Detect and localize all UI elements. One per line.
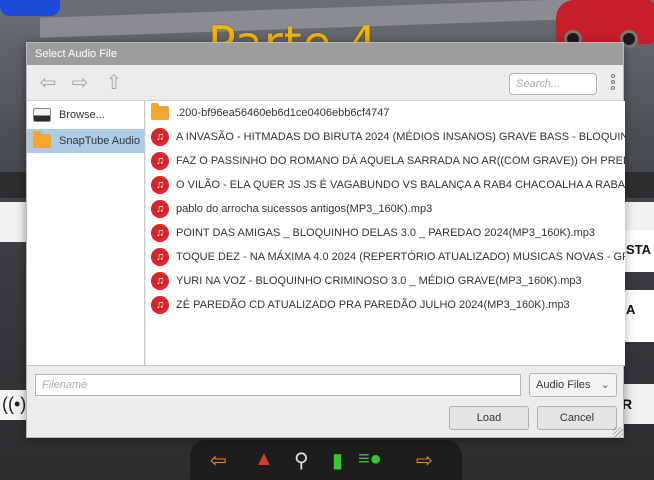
list-item[interactable]: ♫ pablo do arrocha sucessos antigos(MP3_… [146,197,625,221]
game-control-bar: ⇦ ▲ ⚲ ▮ ≡● ⇨ [190,440,462,480]
arrow-left-icon[interactable]: ⇦ [210,448,227,473]
sidebar-item-label: Browse... [59,109,105,121]
folder-icon [33,131,51,148]
file-name: O VILÃO - ELA QUER JS JS É VAGABUNDO VS … [176,179,625,191]
select-audio-dialog: Select Audio File ⇦ ⇨ ⇧ Search... Browse… [26,42,625,439]
more-options-icon[interactable] [609,73,617,95]
side-label: STA [626,242,652,257]
trailer-icon[interactable]: ⚲ [294,448,309,473]
filename-field[interactable]: Filename [35,374,521,396]
file-type-select[interactable]: Audio Files ⌄ [529,373,617,397]
blue-car [0,0,60,16]
red-car [556,0,654,48]
music-note-icon: ♫ [151,176,169,194]
drive-icon [33,108,51,122]
sidebar-item-snaptube-audio[interactable]: SnapTube Audio [27,129,144,153]
sidebar-item-browse[interactable]: Browse... [27,103,144,127]
file-name: ZÉ PAREDÃO CD ATUALIZADO PRA PAREDÃO JUL… [176,299,570,311]
music-note-icon: ♫ [151,296,169,314]
list-item[interactable]: .200-bf96ea56460eb6d1ce0406ebb6cf4747 [146,101,625,125]
music-note-icon: ♫ [151,224,169,242]
arrow-right-icon[interactable]: ⇨ [416,448,433,473]
file-name: A INVASÃO - HITMADAS DO BIRUTA 2024 (MÉD… [176,131,625,143]
list-item[interactable]: ♫ O VILÃO - ELA QUER JS JS É VAGABUNDO V… [146,173,625,197]
list-item[interactable]: ♫ POINT DAS AMIGAS _ BLOQUINHO DELAS 3.0… [146,221,625,245]
folder-icon [151,103,169,120]
music-note-icon: ♫ [151,272,169,290]
dialog-footer: Filename Audio Files ⌄ Load Cancel [27,365,625,439]
music-note-icon: ♫ [151,200,169,218]
back-arrow-icon[interactable]: ⇦ [35,71,61,95]
load-button[interactable]: Load [449,406,529,430]
side-label: A [626,302,636,317]
file-list: .200-bf96ea56460eb6d1ce0406ebb6cf4747 ♫ … [146,101,625,365]
file-name: TOQUE DEZ - NA MÁXIMA 4.0 2024 (REPERTÓR… [176,251,625,263]
file-name: POINT DAS AMIGAS _ BLOQUINHO DELAS 3.0 _… [176,227,595,239]
music-note-icon: ♫ [151,128,169,146]
fuel-icon[interactable]: ▮ [332,448,343,473]
sidebar-item-label: SnapTube Audio [59,135,140,147]
chevron-down-icon: ⌄ [600,379,610,391]
headlight-icon[interactable]: ≡● [358,448,382,471]
list-item[interactable]: ♫ TOQUE DEZ - NA MÁXIMA 4.0 2024 (REPERT… [146,245,625,269]
resize-grip-icon[interactable] [613,427,623,437]
file-name: YURI NA VOZ - BLOQUINHO CRIMINOSO 3.0 _ … [176,275,582,287]
places-sidebar: Browse... SnapTube Audio [27,101,145,365]
list-item[interactable]: ♫ YURI NA VOZ - BLOQUINHO CRIMINOSO 3.0 … [146,269,625,293]
cancel-button[interactable]: Cancel [537,406,617,430]
forward-arrow-icon[interactable]: ⇨ [67,71,93,95]
file-name: pablo do arrocha sucessos antigos(MP3_16… [176,203,433,215]
list-item[interactable]: ♫ ZÉ PAREDÃO CD ATUALIZADO PRA PAREDÃO J… [146,293,625,317]
list-item[interactable]: ♫ A INVASÃO - HITMADAS DO BIRUTA 2024 (M… [146,125,625,149]
search-input[interactable]: Search... [509,73,597,95]
file-type-value: Audio Files [536,379,591,391]
dialog-title: Select Audio File [27,43,623,65]
up-arrow-icon[interactable]: ⇧ [101,71,127,95]
file-name: .200-bf96ea56460eb6d1ce0406ebb6cf4747 [176,107,390,119]
dialog-toolbar: ⇦ ⇨ ⇧ Search... [27,65,623,101]
music-note-icon: ♫ [151,152,169,170]
file-name: FAZ O PASSINHO DO ROMANO DÁ AQUELA SARRA… [176,155,625,167]
list-item[interactable]: ♫ FAZ O PASSINHO DO ROMANO DÁ AQUELA SAR… [146,149,625,173]
music-note-icon: ♫ [151,248,169,266]
hazard-icon[interactable]: ▲ [254,448,274,471]
